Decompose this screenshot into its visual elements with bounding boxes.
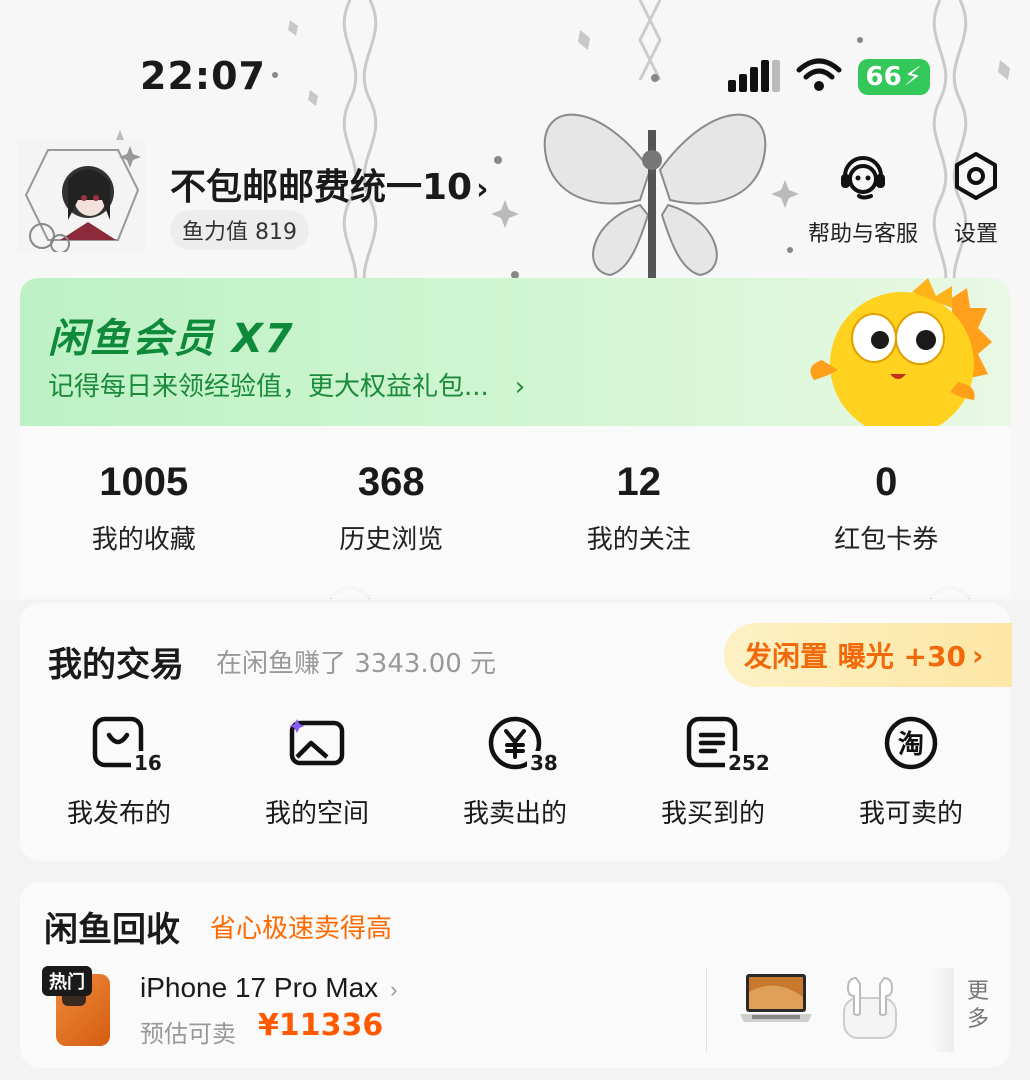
stat-label: 我的关注 [586, 525, 691, 555]
trade-earned: 在闲鱼赚了 3343.00 元 [216, 649, 497, 679]
post-idle-label: 发闲置 曝光 +30 [744, 640, 966, 673]
hot-badge: 热门 [42, 966, 92, 996]
post-idle-button[interactable]: 发闲置 曝光 +30 › [724, 623, 1012, 687]
stat-label: 历史浏览 [339, 525, 444, 555]
stat-value: 12 [616, 460, 662, 504]
chevron-right-icon: › [390, 977, 398, 1002]
trade-item-label: 我可卖的 [858, 799, 963, 829]
image-space-icon [287, 713, 347, 773]
fish-power-badge[interactable]: 鱼力值 819 [170, 210, 309, 250]
chevron-right-icon: › [514, 372, 526, 402]
avatar[interactable] [18, 140, 146, 254]
username[interactable]: 不包邮邮费统一10 › [170, 158, 488, 210]
trade-item-space[interactable]: 我的空间 [218, 713, 416, 830]
item-count: 16 [131, 751, 165, 775]
settings-label: 设置 [953, 222, 998, 247]
status-icons: 66 ⚡ [727, 58, 930, 96]
settings-hexagon-icon [944, 150, 1008, 208]
headset-icon [800, 150, 926, 208]
estimate-price: ¥11336 [258, 1008, 384, 1043]
trade-title: 我的交易 [48, 645, 184, 685]
settings-button[interactable]: 设置 [944, 150, 1008, 248]
recycle-subtitle: 省心极速卖得高 [210, 914, 393, 944]
stat-coupons[interactable]: 0 红包卡券 [763, 426, 1011, 598]
chevron-right-icon: › [971, 638, 984, 672]
trade-item-label: 我买到的 [660, 799, 765, 829]
member-title: 闲鱼会员 X7 [48, 316, 295, 362]
trade-items: 16 我发布的 我的空间 38 我卖出的 252 我买到的 淘 我可卖的 [20, 713, 1010, 830]
battery-level: 66 [865, 62, 902, 92]
member-subtitle: 记得每日来领经验值，更大权益礼包... › [48, 366, 525, 403]
trade-item-label: 我的空间 [264, 799, 369, 829]
trade-item-sold[interactable]: 38 我卖出的 [416, 713, 614, 830]
item-count: 252 [725, 751, 773, 775]
signal-icon [727, 58, 780, 96]
status-time: 22:07 [140, 54, 266, 98]
stat-history[interactable]: 368 历史浏览 [268, 426, 516, 598]
trade-item-bought[interactable]: 252 我买到的 [614, 713, 812, 830]
recycle-title: 闲鱼回收 [44, 910, 180, 950]
charging-bolt-icon: ⚡ [903, 62, 922, 92]
airpods-product-icon[interactable] [838, 970, 902, 1044]
stat-following[interactable]: 12 我的关注 [515, 426, 763, 598]
battery-indicator: 66 ⚡ [857, 59, 930, 95]
fish-mascot-icon [802, 278, 992, 426]
stat-value: 0 [875, 460, 898, 504]
stat-label: 红包卡券 [834, 525, 939, 555]
item-count: 38 [527, 751, 561, 775]
wifi-icon [796, 58, 842, 96]
more-separator [932, 968, 954, 1052]
trade-item-label: 我发布的 [66, 799, 171, 829]
estimate-label: 预估可卖 [140, 1020, 236, 1048]
tao-icon: 淘 [881, 713, 941, 773]
laptop-product-icon[interactable] [738, 972, 814, 1032]
trade-card: 我的交易 在闲鱼赚了 3343.00 元 发闲置 曝光 +30 › 16 我发布的… [20, 603, 1012, 861]
help-service-button[interactable]: 帮助与客服 [800, 150, 926, 248]
stat-label: 我的收藏 [91, 525, 196, 555]
help-service-label: 帮助与客服 [807, 222, 918, 247]
stat-value: 1005 [99, 460, 189, 504]
stat-value: 368 [357, 460, 425, 504]
status-bar: 22:07 66 ⚡ [0, 40, 1030, 115]
trade-item-sellable[interactable]: 淘 我可卖的 [812, 713, 1010, 830]
chevron-right-icon: › [476, 172, 489, 207]
divider [706, 968, 707, 1052]
recycle-product-link[interactable]: iPhone 17 Pro Max › [140, 972, 397, 1004]
more-link[interactable]: 更多 [964, 978, 992, 1034]
username-text: 不包邮邮费统一10 [170, 167, 473, 208]
member-banner[interactable]: 闲鱼会员 X7 记得每日来领经验值，更大权益礼包... › [20, 278, 1010, 426]
product-name: iPhone 17 Pro Max [140, 972, 379, 1003]
trade-item-published[interactable]: 16 我发布的 [20, 713, 218, 830]
stats-row: 1005 我的收藏 368 历史浏览 12 我的关注 0 红包卡券 [20, 426, 1010, 598]
svg-text:淘: 淘 [898, 730, 924, 760]
member-subtitle-text: 记得每日来领经验值，更大权益礼包... [48, 372, 489, 402]
recycle-card: 闲鱼回收 省心极速卖得高 热门 iPhone 17 Pro Max › 预估可卖 … [20, 882, 1010, 1068]
trade-item-label: 我卖出的 [462, 799, 567, 829]
stat-favorites[interactable]: 1005 我的收藏 [20, 426, 268, 598]
